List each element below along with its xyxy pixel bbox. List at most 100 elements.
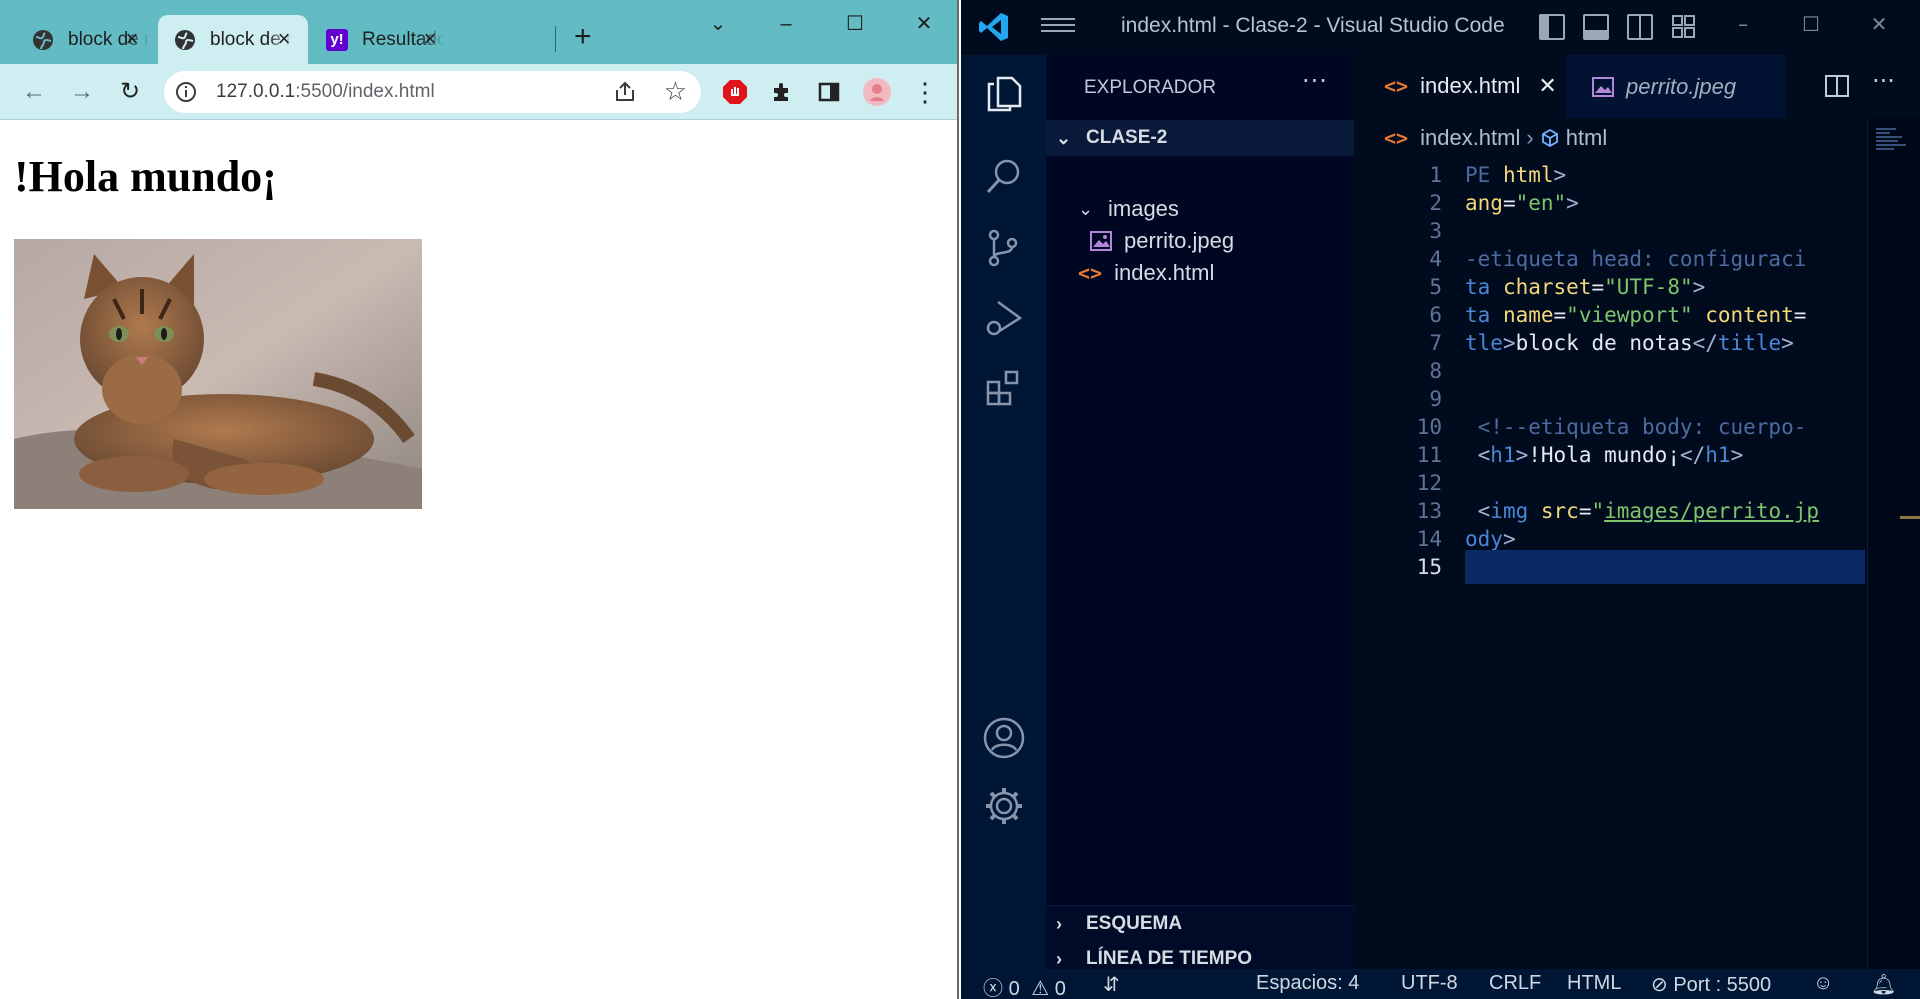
editor-more-icon[interactable]: ··· (1872, 67, 1895, 95)
feedback-icon[interactable]: ☺ (1813, 972, 1833, 995)
close-tab-icon[interactable]: × (418, 27, 442, 51)
settings-gear-icon[interactable] (977, 779, 1031, 833)
site-info-icon[interactable] (174, 80, 198, 104)
activity-bar (961, 55, 1046, 969)
folder-label: images (1108, 196, 1179, 221)
run-debug-icon[interactable] (977, 291, 1031, 345)
adblock-extension-icon[interactable] (720, 77, 750, 107)
browser-window: block de notas × block de notas × y! Res… (0, 0, 959, 999)
back-arrow-icon[interactable]: ← (18, 76, 50, 108)
vscode-close-button[interactable]: ✕ (1859, 12, 1899, 36)
search-icon[interactable] (977, 149, 1031, 203)
browser-toolbar: ← → ↻ 127.0.0.1:5500/index.html ☆ ⋮ (0, 64, 957, 120)
minimap-cursor-marker (1900, 516, 1920, 519)
folder-images[interactable]: ⌄ images (1078, 193, 1179, 225)
vscode-maximize-button[interactable]: ☐ (1791, 12, 1831, 36)
toggle-panel-icon[interactable] (1583, 14, 1609, 40)
explorer-files-icon[interactable] (977, 67, 1031, 121)
accounts-icon[interactable] (977, 711, 1031, 765)
chevron-right-icon: › (1526, 125, 1534, 150)
browser-tab-1[interactable]: block de notas × (20, 15, 156, 64)
side-panel-icon[interactable] (814, 77, 844, 107)
customize-layout-icon[interactable] (1671, 14, 1697, 40)
close-tab-icon[interactable]: ✕ (1538, 73, 1556, 99)
url-text[interactable]: 127.0.0.1:5500/index.html (216, 81, 435, 103)
more-actions-icon[interactable]: ··· (1302, 67, 1328, 95)
profile-avatar[interactable] (862, 77, 892, 107)
warning-icon: ⚠ (1031, 978, 1050, 999)
browser-menu-icon[interactable]: ⋮ (910, 77, 940, 107)
close-tab-icon[interactable]: × (120, 27, 144, 51)
file-index-html[interactable]: <> index.html (1078, 257, 1214, 289)
minimap[interactable] (1867, 118, 1920, 969)
breadcrumb-file[interactable]: index.html (1420, 125, 1520, 151)
problems-indicator[interactable]: ⓧ 0 ⚠ 0 (983, 972, 1066, 999)
notifications-bell-icon[interactable]: 🔔︎ (1871, 972, 1896, 997)
error-icon: ⓧ (983, 978, 1003, 999)
toggle-secondary-sidebar-icon[interactable] (1627, 14, 1653, 40)
code-editor[interactable]: 1 PE html> 2 ang="en"> 3 4 -etiqueta head: … (1354, 158, 1920, 858)
status-bar: ⓧ 0 ⚠ 0 ⇵ Espacios: 4 UTF-8 CRLF HTML ⊘ … (961, 969, 1920, 999)
html-file-icon: <> (1384, 126, 1409, 150)
indentation-status[interactable]: Espacios: 4 (1256, 972, 1359, 995)
explorer-sidebar: EXPLORADOR ··· ⌄ CLASE-2 ⌄ images perrit… (1046, 55, 1354, 977)
html-file-icon: <> (1384, 73, 1409, 98)
maximize-button[interactable]: ☐ (835, 8, 875, 40)
browser-tab-2[interactable]: block de notas × (158, 15, 308, 64)
eol-status[interactable]: CRLF (1489, 972, 1541, 995)
breadcrumb-symbol[interactable]: html (1566, 125, 1608, 151)
tab-separator (555, 26, 556, 52)
language-mode-status[interactable]: HTML (1567, 972, 1621, 995)
source-control-icon[interactable] (977, 221, 1031, 275)
editor-tab-perrito-jpeg[interactable]: perrito.jpeg (1566, 55, 1786, 118)
toggle-primary-sidebar-icon[interactable] (1539, 14, 1565, 40)
window-title: index.html - Clase-2 - Visual Studio Cod… (1121, 14, 1505, 37)
chevron-right-icon: › (1056, 949, 1062, 969)
chevron-down-icon: ⌄ (1056, 128, 1072, 148)
editor-tab-index-html[interactable]: <> index.html ✕ (1354, 55, 1564, 118)
chevron-down-icon: ⌄ (1078, 199, 1094, 219)
image-file-icon (1592, 76, 1614, 97)
block-icon: ⊘ (1651, 974, 1668, 996)
minimize-button[interactable]: – (766, 8, 806, 40)
extensions-icon[interactable] (977, 361, 1031, 415)
address-bar[interactable]: 127.0.0.1:5500/index.html ☆ (164, 71, 701, 113)
live-server-port-status[interactable]: ⊘ Port : 5500 (1651, 972, 1771, 997)
project-name: CLASE-2 (1086, 127, 1168, 148)
extensions-puzzle-icon[interactable] (767, 77, 797, 107)
vscode-minimize-button[interactable]: – (1723, 12, 1763, 36)
file-label: perrito.jpeg (1124, 228, 1235, 253)
tab-strip: block de notas × block de notas × y! Res… (0, 0, 957, 64)
tab-search-icon[interactable]: ⌄ (698, 8, 738, 40)
breadcrumb: <> index.html › html (1384, 125, 1607, 151)
globe-icon (32, 29, 54, 51)
share-icon[interactable] (613, 80, 637, 104)
explorer-header: EXPLORADOR (1084, 77, 1216, 98)
vscode-window: index.html - Clase-2 - Visual Studio Cod… (961, 0, 1920, 999)
live-share-icon[interactable]: ⇵ (1103, 972, 1120, 997)
outline-section[interactable]: › ESQUEMA (1046, 905, 1354, 941)
split-editor-icon[interactable] (1824, 73, 1850, 103)
code-line-current: 15 (1354, 550, 1920, 584)
browser-tab-3[interactable]: y! Resultados × (310, 15, 454, 64)
vscode-logo-icon (977, 10, 1011, 48)
encoding-status[interactable]: UTF-8 (1401, 972, 1458, 995)
file-label: index.html (1114, 260, 1215, 285)
close-window-button[interactable]: ✕ (904, 8, 944, 40)
chevron-right-icon: › (1056, 913, 1062, 934)
hamburger-menu-icon[interactable] (1041, 14, 1075, 40)
cube-icon (1540, 128, 1560, 148)
new-tab-button[interactable]: + (574, 22, 592, 52)
page-heading: !Hola mundo¡ (14, 152, 277, 201)
file-perrito-jpeg[interactable]: perrito.jpeg (1090, 225, 1234, 257)
html-file-icon: <> (1078, 261, 1103, 285)
globe-icon (174, 29, 196, 51)
bookmark-star-icon[interactable]: ☆ (664, 76, 687, 106)
image-file-icon (1090, 231, 1112, 251)
cat-photo (14, 239, 422, 509)
reload-icon[interactable]: ↻ (114, 76, 146, 108)
close-tab-icon[interactable]: × (272, 27, 296, 51)
project-root[interactable]: ⌄ CLASE-2 (1046, 120, 1354, 156)
current-line-highlight (1465, 550, 1865, 584)
forward-arrow-icon[interactable]: → (66, 76, 98, 108)
